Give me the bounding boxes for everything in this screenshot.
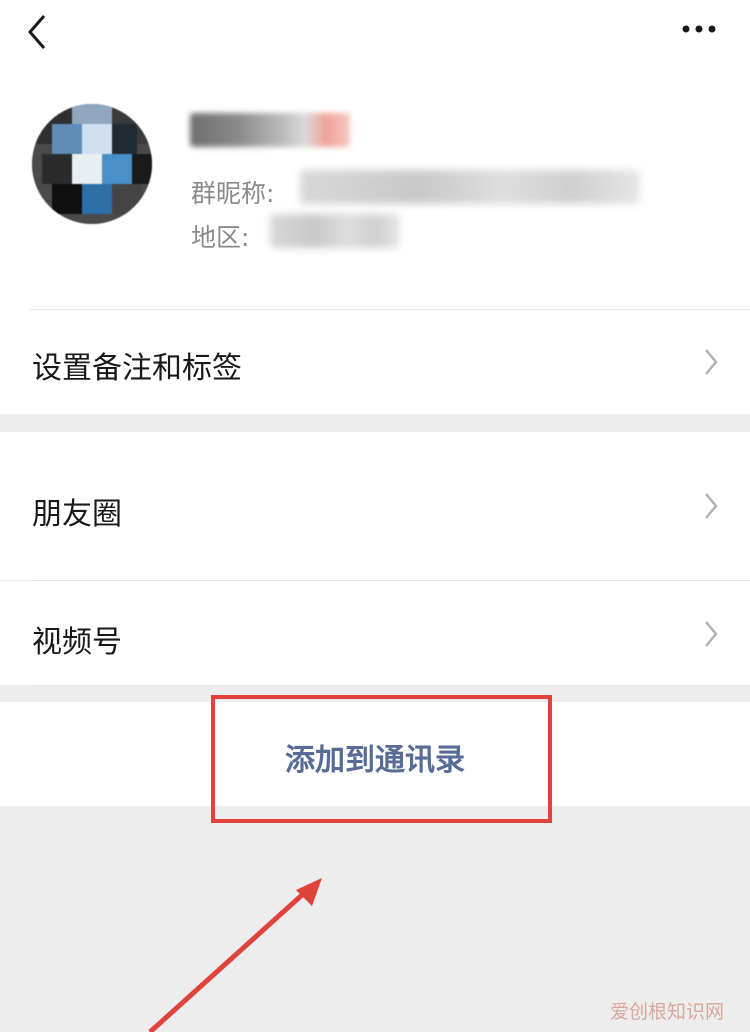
menu-item-label: 朋友圈 (32, 497, 122, 532)
avatar[interactable] (32, 104, 152, 224)
highlight-annotation (211, 695, 552, 823)
watermark-text: 爱创根知识网 (609, 1001, 724, 1023)
nickname-label: 群昵称: (191, 179, 275, 208)
top-bar (0, 0, 750, 80)
region-label: 地区: (191, 223, 250, 252)
chevron-right-icon (705, 621, 718, 647)
profile-header: 群昵称: 地区: (0, 80, 750, 310)
divider (30, 580, 750, 581)
divider (30, 685, 750, 686)
arrow-annotation (148, 878, 322, 1032)
chevron-right-icon (705, 349, 718, 375)
menu-item-remark-tags[interactable]: 设置备注和标签 (0, 310, 750, 414)
more-icon[interactable] (680, 14, 720, 44)
menu-item-moments[interactable]: 朋友圈 (0, 432, 750, 580)
back-icon[interactable] (22, 12, 62, 52)
menu-item-label: 设置备注和标签 (32, 351, 242, 386)
nickname-redacted (300, 170, 640, 204)
menu-item-channels[interactable]: 视频号 (0, 581, 750, 685)
region-redacted (270, 214, 400, 248)
menu-item-label: 视频号 (32, 625, 122, 660)
name-redacted (190, 113, 350, 147)
chevron-right-icon (705, 493, 718, 519)
